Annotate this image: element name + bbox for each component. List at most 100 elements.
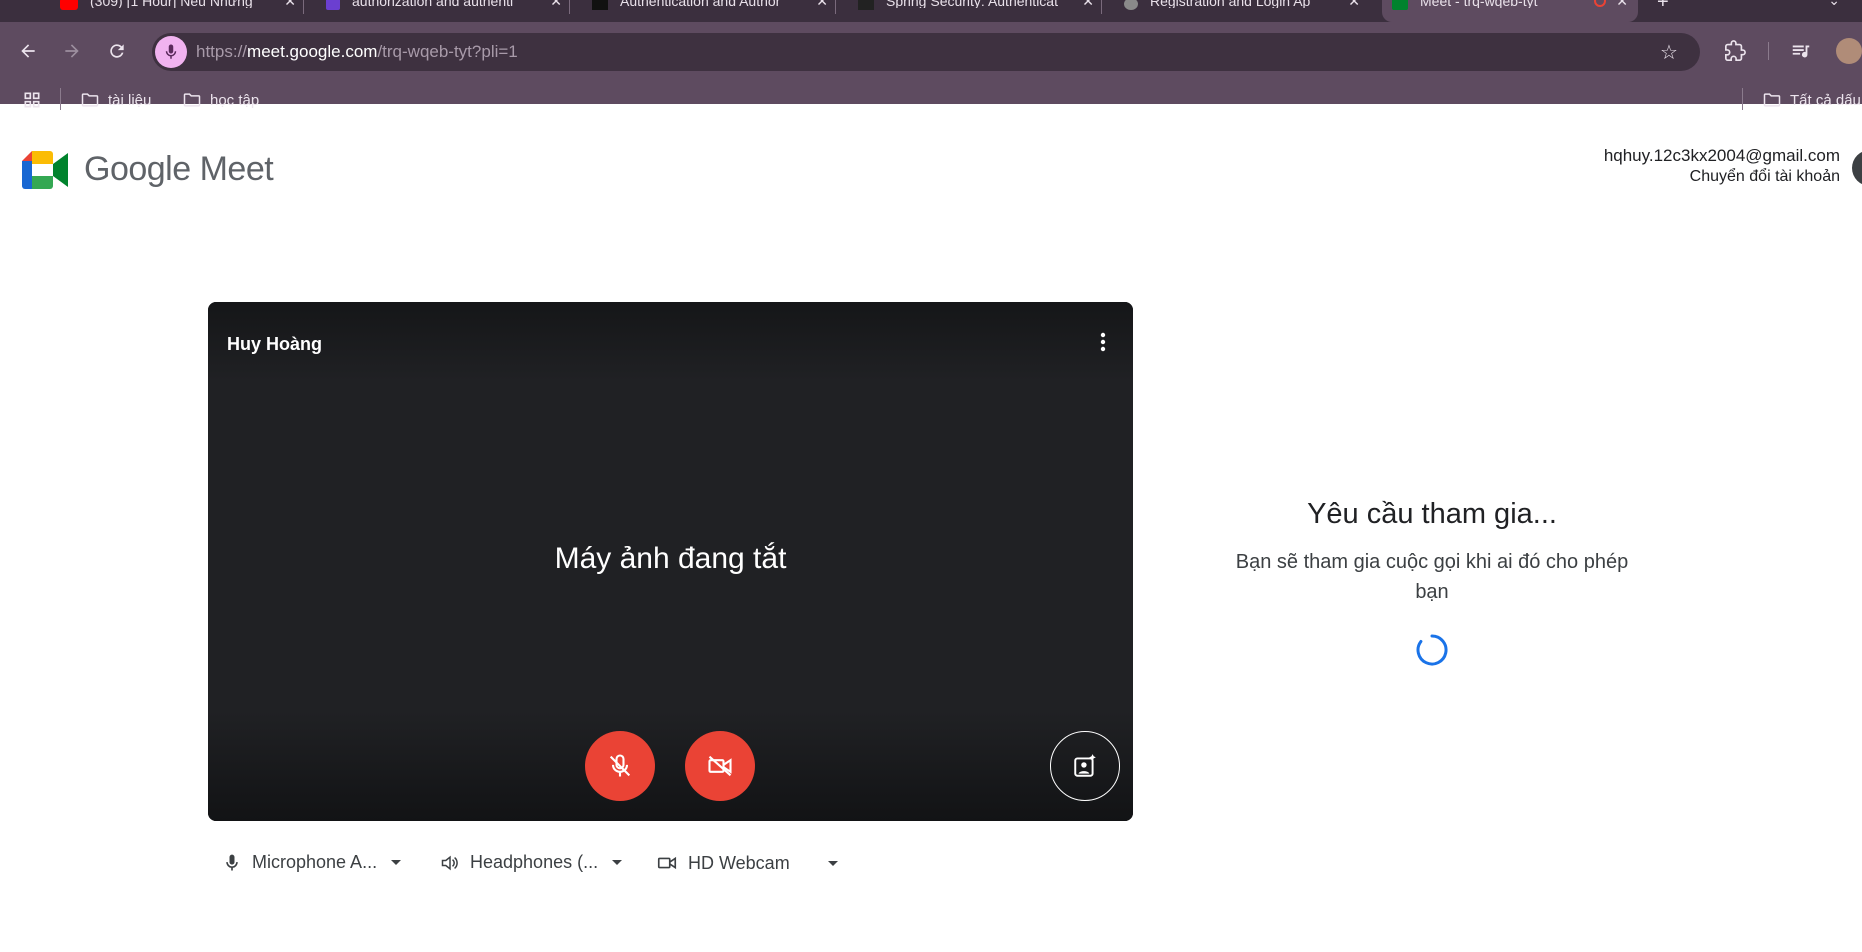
dropdown-caret-icon <box>612 860 623 865</box>
folder-icon <box>81 93 99 107</box>
logo-text: Google Meet <box>84 150 274 188</box>
speaker-icon <box>441 855 458 870</box>
camera-off-icon <box>708 755 732 777</box>
bookmark-label: tài liệu <box>108 91 152 109</box>
forward-arrow-icon <box>65 44 79 58</box>
apps-button[interactable] <box>22 90 42 110</box>
camera-select[interactable]: HD Webcam <box>656 852 838 874</box>
join-status-panel: Yêu cầu tham gia... Bạn sẽ tham gia cuộc… <box>1232 498 1632 607</box>
visual-effects-button[interactable] <box>1050 731 1120 801</box>
tab-title: Authentication and Author <box>620 0 781 8</box>
tab-spring-security[interactable]: Spring Security: Authenticat ✕ <box>858 0 1102 22</box>
extensions-button[interactable] <box>1722 38 1748 64</box>
puzzle-icon <box>1725 40 1746 61</box>
dropdown-caret-icon <box>827 860 838 866</box>
toggle-camera-button[interactable] <box>685 731 755 801</box>
microphone-in-use-button[interactable] <box>155 36 187 68</box>
camera-select-label: HD Webcam <box>688 852 790 873</box>
account-email: hqhuy.12c3kx2004@gmail.com <box>1603 146 1840 165</box>
portrait-sparkle-icon <box>1074 754 1096 777</box>
forward-button[interactable] <box>58 37 86 65</box>
all-bookmarks-button[interactable]: Tất cả dấu <box>1762 90 1861 110</box>
globe-favicon-icon <box>1124 0 1138 10</box>
site-favicon-icon <box>858 0 874 10</box>
google-meet-logo[interactable]: Google Meet <box>22 150 274 189</box>
toolbar-divider <box>1768 42 1769 60</box>
tab-registration[interactable]: Registration and Login Ap ✕ <box>1124 0 1360 22</box>
tab-strip: (309) [1 Hour] Nếu Những ✕ authorization… <box>0 0 1862 22</box>
folder-icon <box>183 93 201 107</box>
youtube-favicon-icon <box>60 0 78 10</box>
tab-title: Meet - trq-wqeb-tyt <box>1420 0 1538 8</box>
folder-icon <box>1763 93 1781 107</box>
tab-separator <box>569 0 570 14</box>
close-tab-icon[interactable]: ✕ <box>284 0 296 8</box>
close-tab-icon[interactable]: ✕ <box>1616 0 1628 8</box>
new-tab-button[interactable]: + <box>1657 0 1669 12</box>
close-tab-icon[interactable]: ✕ <box>550 0 562 8</box>
close-tab-icon[interactable]: ✕ <box>1348 0 1360 8</box>
site-favicon-icon <box>592 0 608 10</box>
join-status-subtitle: Bạn sẽ tham gia cuộc gọi khi ai đó cho p… <box>1235 551 1629 603</box>
tab-authorization[interactable]: authorization and authenti ✕ <box>326 0 570 22</box>
meet-favicon-icon <box>1392 0 1408 10</box>
back-arrow-icon <box>21 44 35 58</box>
tab-title: (309) [1 Hour] Nếu Những <box>90 0 253 8</box>
tab-separator <box>303 0 304 14</box>
speaker-select[interactable]: Headphones (... <box>440 852 623 873</box>
tab-meet-active[interactable]: Meet - trq-wqeb-tyt ✕ <box>1382 0 1638 22</box>
preview-top-gradient <box>208 302 1133 382</box>
switch-account-link[interactable]: Chuyển đổi tài khoản <box>1604 168 1840 186</box>
preview-bottom-gradient <box>208 711 1133 821</box>
microphone-icon <box>165 44 177 59</box>
bookmark-divider <box>1742 88 1743 110</box>
tab-youtube[interactable]: (309) [1 Hour] Nếu Những ✕ <box>60 0 304 22</box>
speaker-select-label: Headphones (... <box>470 852 599 872</box>
reload-icon <box>110 44 124 58</box>
bookmark-divider <box>60 88 61 110</box>
bookmark-label: học tập <box>210 91 260 109</box>
url-path: /trq-wqeb-tyt?pli=1 <box>377 42 518 61</box>
tab-separator <box>835 0 836 14</box>
tab-title: Registration and Login Ap <box>1150 0 1311 8</box>
microphone-select-label: Microphone A... <box>252 852 378 872</box>
url-host: meet.google.com <box>247 42 378 61</box>
more-vert-icon <box>1100 332 1106 352</box>
join-status-title: Yêu cầu tham gia... <box>1307 498 1557 530</box>
apps-grid-icon <box>24 92 40 108</box>
self-name: Huy Hoàng <box>227 334 323 354</box>
media-control-button[interactable] <box>1788 38 1814 64</box>
bookmark-star-icon[interactable]: ☆ <box>1660 40 1678 65</box>
tab-separator <box>1101 0 1102 14</box>
close-tab-icon[interactable]: ✕ <box>1082 0 1094 8</box>
reload-button[interactable] <box>103 37 131 65</box>
video-preview: Huy Hoàng Máy ảnh đang tắt <box>208 302 1133 821</box>
back-button[interactable] <box>14 37 42 65</box>
camera-off-message: Máy ảnh đang tắt <box>554 542 787 575</box>
account-info: hqhuy.12c3kx2004@gmail.com Chuyển đổi tà… <box>1604 146 1840 186</box>
tab-search-icon[interactable]: ⌄ <box>1828 0 1840 9</box>
mic-off-icon <box>609 754 631 777</box>
url-text[interactable]: https://meet.google.com/trq-wqeb-tyt?pli… <box>196 42 518 62</box>
playlist-music-icon <box>1792 45 1810 58</box>
tab-title: Spring Security: Authenticat <box>886 0 1058 8</box>
meet-logo-icon <box>22 150 68 189</box>
tab-title: authorization and authenti <box>352 0 514 8</box>
profile-avatar[interactable] <box>1836 38 1862 64</box>
site-favicon-icon <box>326 0 340 10</box>
loading-spinner-icon <box>1416 634 1448 666</box>
microphone-icon <box>226 854 238 870</box>
more-options-button[interactable] <box>1089 328 1117 356</box>
toggle-microphone-button[interactable] <box>585 731 655 801</box>
all-bookmarks-label: Tất cả dấu <box>1790 91 1861 109</box>
tab-authentication[interactable]: Authentication and Author ✕ <box>592 0 836 22</box>
account-avatar[interactable] <box>1852 150 1862 186</box>
url-scheme: https:// <box>196 42 248 61</box>
dropdown-caret-icon <box>391 860 402 865</box>
bookmark-folder-hoc-tap[interactable]: học tập <box>182 90 259 110</box>
close-tab-icon[interactable]: ✕ <box>816 0 828 8</box>
bookmark-folder-tai-lieu[interactable]: tài liệu <box>80 90 151 110</box>
microphone-select[interactable]: Microphone A... <box>222 852 402 873</box>
videocam-icon <box>657 856 677 870</box>
recording-indicator-icon <box>1594 0 1606 7</box>
